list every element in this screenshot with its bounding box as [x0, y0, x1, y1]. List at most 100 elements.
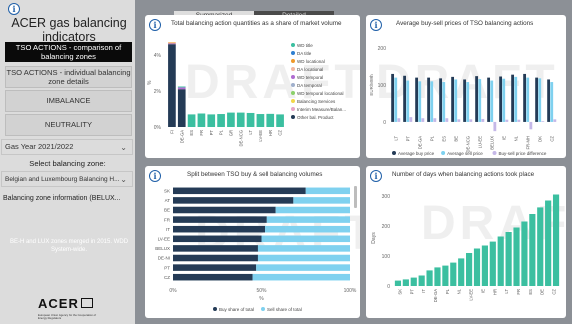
y-axis-label: EUR/MWh [369, 74, 374, 96]
bar [538, 78, 542, 122]
x-tick-label: BE [454, 136, 459, 142]
bar [409, 117, 413, 122]
bar [463, 79, 467, 122]
bar [499, 76, 503, 122]
x-tick-label: 100% [344, 288, 357, 294]
y-axis-label: Days [371, 232, 377, 244]
bar-segment [177, 86, 186, 88]
bar [489, 241, 496, 286]
nav-imbalance[interactable]: IMBALANCE [5, 90, 132, 112]
legend-marker [261, 307, 265, 311]
logo-box-icon [80, 297, 93, 308]
legend-label: Interim Measure/Balan... [297, 107, 346, 112]
bar [439, 78, 443, 122]
y-axis-label: % [147, 80, 153, 85]
bar [553, 119, 557, 122]
y-tick-label: 100 [378, 83, 387, 89]
x-tick-label: GR [228, 130, 233, 136]
x-tick-label: PT [209, 130, 214, 136]
legend-marker [291, 99, 295, 103]
info-icon[interactable]: i [8, 3, 20, 15]
bar-segment [168, 44, 176, 128]
x-tick-label: LT [504, 289, 509, 294]
chart-panel-action-quantities: i Total balancing action quantities as a… [145, 15, 360, 158]
bar [391, 73, 395, 122]
logo-wordmark: ACER [38, 296, 79, 311]
chart-panel-days-with-actions: i Number of days when balancing actions … [366, 166, 566, 318]
nav-tso-actions-comparison[interactable]: TSO ACTIONS - comparison of balancing zo… [5, 42, 132, 62]
x-tick-label: LV-EE [258, 130, 263, 142]
x-axis-label: % [259, 296, 264, 302]
x-tick-label: ES [189, 130, 194, 136]
bar-segment [173, 187, 306, 195]
bar [541, 121, 545, 122]
y-tick-label: LV-EE [158, 237, 170, 242]
y-tick-label: PT [164, 265, 170, 270]
bar [517, 119, 521, 122]
legend-marker [291, 83, 295, 87]
x-tick-label: DE-NCG [238, 130, 243, 147]
gas-year-dropdown[interactable]: Gas Year 2021/2022 ⌄ [1, 139, 133, 155]
x-tick-label: NL [457, 288, 462, 294]
bar [514, 76, 518, 122]
nav-tso-actions-details[interactable]: TSO ACTIONS - individual balancing zone … [5, 66, 132, 88]
bar [537, 207, 544, 286]
bar-segment [187, 114, 196, 127]
bar-segment [236, 112, 245, 127]
x-tick-label: 0% [169, 288, 177, 294]
bar-segment [266, 216, 350, 223]
bar-segment [256, 114, 265, 127]
bar-segment [252, 273, 350, 281]
bar-segment [265, 225, 350, 233]
legend-marker [492, 151, 497, 155]
bar-segment [266, 113, 275, 127]
bar [466, 82, 470, 122]
chart-action-quantities: % 4% 2% 0% FI DE-GA ES FR PT PL GR DE-NCG LT LV-EE HR C… [147, 42, 346, 147]
nav-neutrality[interactable]: NEUTRALITY [5, 114, 132, 136]
y-tick-label: AT [165, 198, 171, 203]
bar [547, 79, 551, 122]
sidebar: i ACER gas balancing indicators TSO ACTI… [0, 0, 135, 324]
zone-dropdown[interactable]: Belgian and Luxembourg Balancing H... ⌄ [1, 171, 133, 187]
bar [418, 275, 425, 286]
legend-marker [291, 43, 295, 47]
legend-label: WD temporal locational [297, 91, 344, 96]
x-tick-label: DE-GA [418, 136, 423, 149]
legend-label: Average buy price [398, 151, 435, 156]
x-tick-label: 50% [256, 288, 267, 294]
legend-label: Average sell price [447, 151, 483, 156]
legend-label: WD locational [297, 59, 325, 64]
bar [511, 74, 515, 122]
bar [415, 77, 419, 122]
legend-label: WD title [297, 43, 313, 48]
bar [529, 121, 533, 130]
legend-label: WD temporal [297, 75, 323, 80]
legend-marker [291, 107, 295, 111]
bar-segment [246, 112, 255, 127]
x-tick-label: DE-GA [433, 289, 438, 302]
x-tick-label: FI [169, 130, 174, 134]
bar [466, 253, 473, 286]
x-tick-label: PT [406, 136, 411, 142]
y-tick-label: 2% [154, 89, 162, 95]
chart-days-with-actions: Days 300 200 100 0 SK PT IT DE-GA PL NL LV-EE IE HR LT… [371, 194, 560, 302]
y-tick-label: BE [164, 208, 170, 213]
y-tick-label: 4% [154, 53, 162, 59]
legend-marker [291, 115, 295, 119]
bar-segment [173, 216, 267, 223]
bar [410, 277, 417, 286]
chart-panel-buy-sell-split: i Split between TSO buy & sell balancing… [145, 166, 360, 318]
bar [442, 265, 449, 286]
bar [394, 280, 402, 286]
y-tick-label: 200 [378, 46, 387, 52]
bar-segment [173, 235, 262, 243]
legend-marker [291, 75, 295, 79]
bar [490, 80, 494, 122]
logo-subtitle: European Union Agency for the Cooperatio… [38, 313, 96, 320]
bar [552, 194, 560, 286]
legend-label: Buy-sell price difference [499, 151, 547, 156]
acer-logo: ACER European Union Agency for the Coope… [38, 295, 98, 320]
bar [481, 245, 488, 286]
x-tick-label: NL [514, 135, 519, 141]
x-tick-label: DE-GA [179, 130, 184, 143]
